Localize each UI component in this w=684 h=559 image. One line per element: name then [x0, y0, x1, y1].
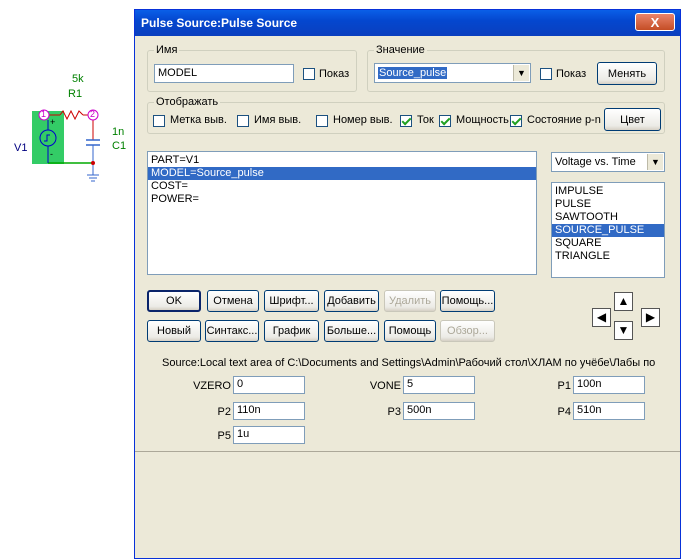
- arrow-up-button[interactable]: ▲: [614, 292, 633, 311]
- color-button[interactable]: Цвет: [604, 108, 661, 131]
- delete-button[interactable]: Удалить: [384, 290, 436, 312]
- arrow-right-button[interactable]: ▶: [641, 308, 660, 327]
- power-text: Мощность: [456, 114, 509, 126]
- list-item[interactable]: SOURCE_PULSE: [552, 224, 664, 237]
- name-show-label: Показ: [319, 68, 350, 80]
- value-show-label: Показ: [556, 68, 587, 80]
- arrow-right-icon: ▶: [645, 310, 656, 324]
- param-p3-field[interactable]: 500n: [403, 402, 475, 420]
- param-p5-label: P5: [217, 430, 231, 442]
- power-checkbox[interactable]: [439, 115, 451, 127]
- node-1-label: 1: [41, 109, 47, 119]
- models-list[interactable]: IMPULSE PULSE SAWTOOTH SOURCE_PULSE SQUA…: [551, 182, 665, 278]
- param-p2-field[interactable]: 110n: [233, 402, 305, 420]
- pin-number-text: Номер выв.: [333, 114, 393, 126]
- pin-label-checkbox[interactable]: [153, 115, 165, 127]
- change-button[interactable]: Менять: [597, 62, 657, 85]
- circuit-drawing[interactable]: [0, 0, 134, 200]
- param-p1-label: P1: [557, 380, 571, 392]
- plot-type-select[interactable]: Voltage vs. Time ▼: [551, 152, 665, 172]
- value-group: Значение Source_pulse ▼ Показ Менять: [367, 44, 665, 92]
- param-vone-label: VONE: [369, 380, 401, 392]
- arrow-down-button[interactable]: ▼: [614, 321, 633, 340]
- param-p4-label: P4: [557, 406, 571, 418]
- param-p4-field[interactable]: 510n: [573, 402, 645, 420]
- browse-button[interactable]: Обзор...: [440, 320, 495, 342]
- list-item[interactable]: PULSE: [552, 198, 664, 211]
- list-item[interactable]: PART=V1: [148, 154, 536, 167]
- pin-name-text: Имя выв.: [254, 114, 302, 126]
- close-icon: X: [650, 15, 660, 30]
- param-p5-field[interactable]: 1u: [233, 426, 305, 444]
- list-item[interactable]: IMPULSE: [552, 185, 664, 198]
- display-group: Отображать Метка выв. Имя выв. Номер выв…: [147, 96, 665, 134]
- source-path-text: Source:Local text area of C:\Documents a…: [162, 357, 656, 369]
- chevron-down-icon[interactable]: ▼: [513, 65, 529, 81]
- value-select[interactable]: Source_pulse ▼: [374, 63, 531, 83]
- pn-state-text: Состояние p-n: [527, 114, 601, 126]
- list-item[interactable]: POWER=: [148, 193, 536, 206]
- source-minus-label: -: [50, 149, 53, 159]
- pin-label-text: Метка выв.: [170, 114, 227, 126]
- list-item[interactable]: TRIANGLE: [552, 250, 664, 263]
- name-group: Имя MODEL Показ: [147, 44, 357, 92]
- font-button[interactable]: Шрифт...: [264, 290, 319, 312]
- value-select-value: Source_pulse: [378, 67, 448, 79]
- attributes-list[interactable]: PART=V1 MODEL=Source_pulse COST= POWER=: [147, 151, 537, 275]
- dialog-title: Pulse Source:Pulse Source: [141, 16, 298, 30]
- cancel-button[interactable]: Отмена: [207, 290, 259, 312]
- bottom-divider: [135, 451, 680, 452]
- name-field[interactable]: MODEL: [154, 64, 294, 83]
- arrow-down-icon: ▼: [617, 323, 630, 337]
- list-item[interactable]: MODEL=Source_pulse: [148, 167, 536, 180]
- current-text: Ток: [417, 114, 434, 126]
- current-checkbox[interactable]: [400, 115, 412, 127]
- ok-button[interactable]: OK: [147, 290, 201, 312]
- pin-name-checkbox[interactable]: [237, 115, 249, 127]
- list-item[interactable]: SQUARE: [552, 237, 664, 250]
- pulse-source-dialog: Pulse Source:Pulse Source X Имя MODEL По…: [134, 9, 681, 559]
- param-vone-field[interactable]: 5: [403, 376, 475, 394]
- name-show-checkbox[interactable]: [303, 68, 315, 80]
- param-p2-label: P2: [217, 406, 231, 418]
- syntax-button[interactable]: Синтакс...: [205, 320, 259, 342]
- help-button[interactable]: Помощь: [384, 320, 436, 342]
- list-item[interactable]: COST=: [148, 180, 536, 193]
- pn-state-checkbox[interactable]: [510, 115, 522, 127]
- source-plus-label: +: [50, 117, 56, 127]
- chevron-down-icon[interactable]: ▼: [647, 154, 663, 170]
- plot-button[interactable]: График: [264, 320, 319, 342]
- help-ellipsis-button[interactable]: Помощь...: [440, 290, 495, 312]
- arrow-left-icon: ◀: [596, 310, 607, 324]
- new-button[interactable]: Новый: [147, 320, 201, 342]
- node-2-label: 2: [90, 109, 96, 119]
- name-group-label: Имя: [154, 44, 180, 56]
- plot-type-value: Voltage vs. Time: [555, 156, 636, 168]
- list-item[interactable]: SAWTOOTH: [552, 211, 664, 224]
- value-group-label: Значение: [374, 44, 427, 56]
- ground-node: [91, 161, 95, 165]
- close-button[interactable]: X: [635, 13, 675, 31]
- display-group-label: Отображать: [154, 96, 221, 108]
- param-vzero-label: VZERO: [193, 380, 231, 392]
- title-bar[interactable]: Pulse Source:Pulse Source X: [135, 10, 680, 36]
- param-vzero-field[interactable]: 0: [233, 376, 305, 394]
- param-p3-label: P3: [387, 406, 401, 418]
- add-button[interactable]: Добавить: [324, 290, 379, 312]
- schematic: 5k R1 1n C1 V1 1 2 + -: [0, 0, 134, 200]
- arrow-up-icon: ▲: [617, 294, 630, 308]
- value-show-checkbox[interactable]: [540, 68, 552, 80]
- more-button[interactable]: Больше...: [324, 320, 379, 342]
- pin-number-checkbox[interactable]: [316, 115, 328, 127]
- param-p1-field[interactable]: 100n: [573, 376, 645, 394]
- arrow-left-button[interactable]: ◀: [592, 308, 611, 327]
